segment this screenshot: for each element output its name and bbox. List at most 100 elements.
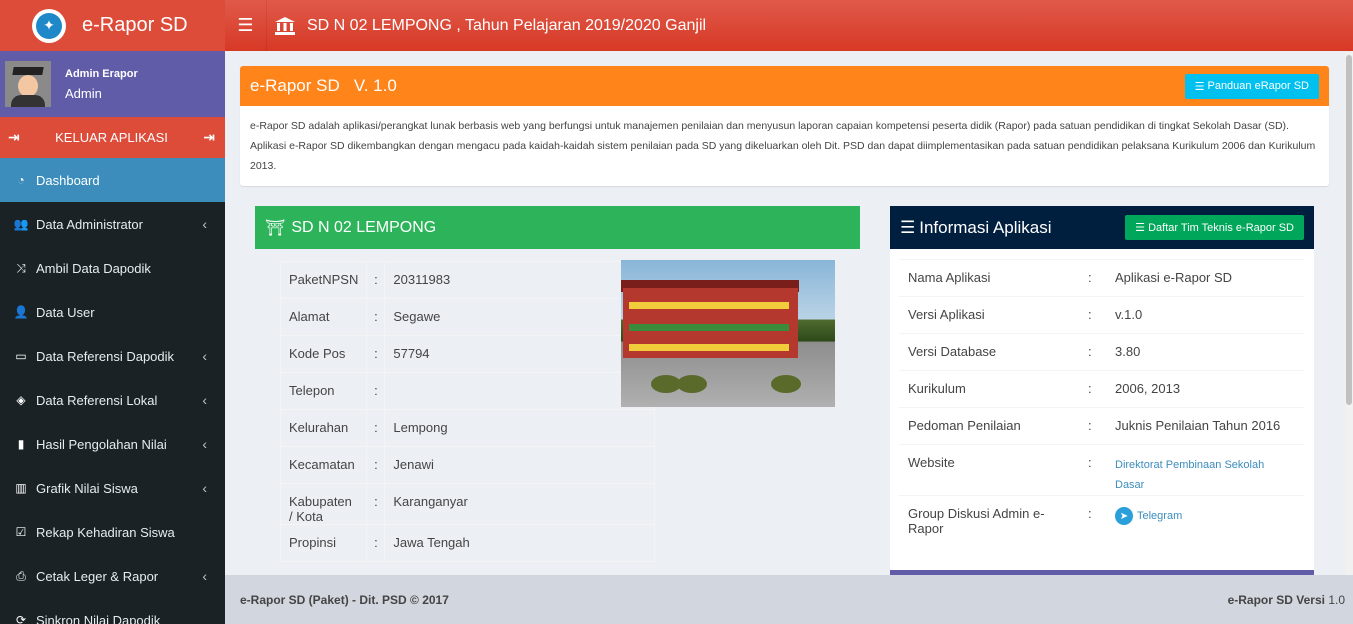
app-info-box: ☰ Informasi Aplikasi ☰ Daftar Tim Teknis… [890, 206, 1314, 575]
sidebar-item-label: Data Referensi Lokal [36, 392, 158, 408]
sidebar-item-label: Hasil Pengolahan Nilai [36, 436, 167, 452]
school-icon: ⛩ [265, 219, 286, 237]
table-row: Alamat: Segawe [279, 298, 655, 336]
field-value: Segawe [384, 298, 655, 336]
field-value: Karanganyar [384, 483, 655, 525]
sidebar-item-ambil-data-dapodik[interactable]: ⤨ Ambil Data Dapodik [0, 246, 225, 290]
website-link[interactable]: Direktorat Pembinaan Sekolah Dasar [1115, 459, 1264, 491]
sidebar-item-sinkron-nilai-dapodik[interactable]: ⟳ Sinkron Nilai Dapodik [0, 598, 225, 624]
separator: : [366, 335, 386, 373]
chevron-left-icon: ‹ [202, 480, 207, 496]
sidebar-item-hasil-pengolahan-nilai[interactable]: ▮ Hasil Pengolahan Nilai ‹ [0, 422, 225, 466]
field-label: Pedoman Penilaian [899, 407, 1086, 445]
tags-icon: ◈ [16, 393, 26, 407]
field-label: Telepon [279, 372, 368, 410]
separator: : [1086, 333, 1106, 371]
sidebar-toggle-button[interactable]: ☰ [225, 0, 267, 51]
field-label: Alamat [279, 298, 368, 336]
chevron-left-icon: ‹ [202, 348, 207, 364]
chevron-left-icon: ‹ [202, 216, 207, 232]
users-icon: 👥 [13, 217, 29, 231]
logout-button[interactable]: ⇥ KELUAR APLIKASI ⇥ [0, 117, 225, 158]
table-row: PaketNPSN:20311983 [279, 261, 655, 299]
table-row: Kecamatan: Jenawi [279, 446, 655, 484]
guide-button-label: Panduan eRapor SD [1207, 80, 1309, 92]
list-icon: ☰ [1135, 222, 1149, 234]
sidebar-item-label: Rekap Kehadiran Siswa [36, 524, 175, 540]
separator: : [1086, 444, 1106, 496]
user-panel: Admin Erapor Admin [0, 51, 225, 117]
sidebar-item-data-user[interactable]: 👤 Data User [0, 290, 225, 334]
sidebar-item-data-administrator[interactable]: 👥 Data Administrator ‹ [0, 202, 225, 246]
table-row: Versi Aplikasi: v.1.0 [899, 296, 1304, 334]
list-icon: ☰ [900, 217, 916, 237]
app-brand: e-Rapor SD [82, 14, 188, 36]
print-icon: ⎙ [16, 568, 26, 583]
separator: : [366, 409, 386, 447]
field-label: Website [899, 444, 1086, 496]
telegram-link[interactable]: ➤ Telegram [1115, 506, 1182, 526]
field-value: 2006, 2013 [1106, 370, 1304, 408]
school-table: PaketNPSN:20311983 Alamat: Segawe Kode Pos:… [279, 261, 655, 562]
app-info-table: Nama Aplikasi: Aplikasi e-Rapor SD Versi A… [899, 259, 1304, 536]
content-scrollbar[interactable] [1345, 51, 1353, 575]
sidebar-item-dashboard[interactable]: ◔ Dashboard [0, 158, 225, 202]
tech-team-button-label: Daftar Tim Teknis e-Rapor SD [1148, 222, 1294, 234]
separator: : [1086, 370, 1106, 408]
table-row: Nama Aplikasi: Aplikasi e-Rapor SD [899, 259, 1304, 297]
sidebar-item-grafik-nilai-siswa[interactable]: ▥ Grafik Nilai Siswa ‹ [0, 466, 225, 510]
sidebar-item-data-referensi-lokal[interactable]: ◈ Data Referensi Lokal ‹ [0, 378, 225, 422]
telegram-label: Telegram [1137, 510, 1183, 522]
app-logo-bar[interactable]: ✦ e-Rapor SD [0, 0, 225, 51]
top-navbar: ☰ SD N 02 LEMPONG , Tahun Pelajaran 2019… [225, 0, 1353, 51]
separator: : [1086, 259, 1106, 297]
tech-team-button[interactable]: ☰ Daftar Tim Teknis e-Rapor SD [1125, 215, 1304, 240]
sidebar-item-label: Data Administrator [36, 216, 143, 232]
school-box: ⛩ SD N 02 LEMPONG PaketNPSN:20311983 Alam… [255, 206, 860, 575]
field-value: Lempong [384, 409, 655, 447]
chevron-left-icon: ‹ [202, 568, 207, 584]
field-value: Jenawi [384, 446, 655, 484]
table-row: Group Diskusi Admin e-Rapor: ➤ Telegram [899, 495, 1304, 536]
field-label: Nama Aplikasi [899, 259, 1086, 297]
sidebar-item-label: Dashboard [36, 172, 100, 188]
field-label: Kurikulum [899, 370, 1086, 408]
field-value: 57794 [384, 335, 655, 373]
separator: : [366, 483, 386, 525]
table-row: Versi Database:3.80 [899, 333, 1304, 371]
guide-button[interactable]: ☰ Panduan eRapor SD [1184, 73, 1319, 99]
field-label: Propinsi [279, 524, 368, 562]
field-value: Juknis Penilaian Tahun 2016 [1106, 407, 1304, 445]
sidebar-item-rekap-kehadiran-siswa[interactable]: ☑ Rekap Kehadiran Siswa [0, 510, 225, 554]
app-info-title: Informasi Aplikasi [919, 217, 1052, 237]
sidebar-item-label: Data Referensi Dapodik [36, 348, 175, 364]
footer-version-label: e-Rapor SD Versi [1227, 592, 1325, 607]
field-label: Versi Aplikasi [899, 296, 1086, 334]
bar-chart-icon: ▥ [15, 481, 27, 495]
sidebar-item-cetak-leger-rapor[interactable]: ⎙ Cetak Leger & Rapor ‹ [0, 554, 225, 598]
separator: : [1086, 407, 1106, 445]
sign-out-icon: ⇥ [8, 129, 20, 145]
sidebar-item-label: Cetak Leger & Rapor [36, 568, 159, 584]
table-row: Kelurahan: Lempong [279, 409, 655, 447]
field-label: Kecamatan [279, 446, 368, 484]
field-label: PaketNPSN [279, 261, 368, 299]
sidebar-item-data-referensi-dapodik[interactable]: ▭ Data Referensi Dapodik ‹ [0, 334, 225, 378]
field-value: v.1.0 [1106, 296, 1304, 334]
table-row: Kode Pos:57794 [279, 335, 655, 373]
separator: : [1086, 495, 1106, 536]
separator: : [366, 524, 386, 562]
table-row: Pedoman Penilaian: Juknis Penilaian Tahun… [899, 407, 1304, 445]
user-group-icon: 👤 [13, 305, 29, 319]
school-photo [621, 260, 835, 407]
footer-version: 1.0 [1328, 592, 1345, 607]
tut-wuri-logo-icon: ✦ [32, 8, 66, 43]
footer-copyright: e-Rapor SD (Paket) - Dit. PSD © 2017 [240, 592, 449, 607]
chevron-left-icon: ‹ [202, 436, 207, 452]
dashboard-icon: ◔ [17, 173, 25, 187]
desktop-icon: ▭ [15, 349, 27, 363]
intro-box: e-Rapor SD V. 1.0 ☰ Panduan eRapor SD e-… [240, 66, 1329, 186]
institution-icon [275, 16, 295, 35]
field-label: Versi Database [899, 333, 1086, 371]
sidebar-item-label: Data User [36, 304, 95, 320]
